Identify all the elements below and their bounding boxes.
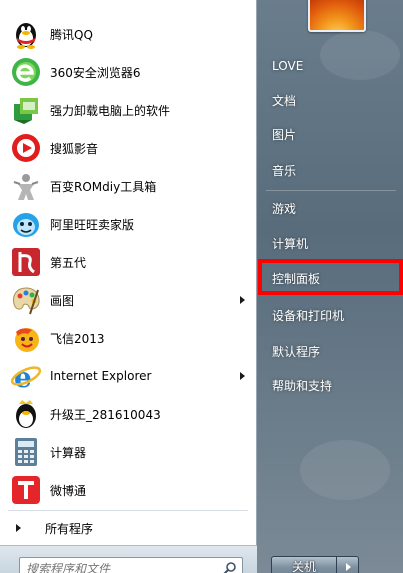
user-avatar[interactable] — [308, 0, 366, 32]
place-label: 帮助和支持 — [272, 378, 333, 393]
internet-explorer-icon: e — [10, 360, 42, 394]
search-input[interactable] — [26, 561, 216, 573]
program-label: 第五代 — [50, 255, 87, 270]
program-label: 搜狐影音 — [50, 141, 99, 156]
program-item-qq[interactable]: 腾讯QQ — [0, 15, 257, 53]
place-label: 默认程序 — [272, 344, 321, 359]
program-label: 阿里旺旺卖家版 — [50, 217, 135, 232]
places-pane: LOVE 文档 图片 音乐 游戏 计算机 控制面板 设备和打印机 默认程序 帮助… — [258, 0, 403, 573]
program-label: 画图 — [50, 293, 75, 308]
shutdown-label: 关机 — [291, 560, 316, 573]
place-label: 文档 — [272, 93, 297, 108]
place-default-programs[interactable]: 默认程序 — [258, 336, 403, 366]
programs-pane: 腾讯QQ 360安全浏览器6 强力卸载电脑上的软件 搜狐影音 百变ROMdiy工… — [0, 0, 257, 573]
pinned-program-list: 腾讯QQ 360安全浏览器6 强力卸载电脑上的软件 搜狐影音 百变ROMdiy工… — [0, 15, 257, 509]
search-icon[interactable] — [223, 561, 237, 573]
place-user-folder[interactable]: LOVE — [258, 51, 403, 81]
aliwangwang-icon — [10, 208, 42, 240]
program-item-sohu-video[interactable]: 搜狐影音 — [0, 129, 257, 167]
shutdown-options-button[interactable] — [337, 556, 359, 573]
place-documents[interactable]: 文档 — [258, 85, 403, 115]
place-label: 设备和打印机 — [272, 308, 345, 323]
program-label: 强力卸载电脑上的软件 — [50, 103, 171, 118]
triangle-right-icon — [16, 524, 21, 532]
rom-toolbox-icon — [10, 170, 42, 202]
program-label: 计算器 — [50, 445, 87, 460]
program-label: 百变ROMdiy工具箱 — [50, 179, 157, 194]
program-label: 360安全浏览器6 — [50, 65, 141, 80]
program-item-upgrade-king[interactable]: 升级王_281610043 — [0, 395, 257, 433]
place-devices-printers[interactable]: 设备和打印机 — [258, 300, 403, 330]
program-label: 腾讯QQ — [50, 27, 93, 42]
divider — [8, 510, 248, 511]
program-item-paint[interactable]: 画图 — [0, 281, 257, 319]
divider — [266, 190, 396, 191]
shutdown-button[interactable]: 关机 — [271, 556, 337, 573]
place-pictures[interactable]: 图片 — [258, 119, 403, 149]
program-item-calculator[interactable]: 计算器 — [0, 433, 257, 471]
qq-penguin-icon — [10, 18, 42, 50]
all-programs-label: 所有程序 — [45, 521, 94, 536]
search-area — [0, 545, 257, 573]
place-games[interactable]: 游戏 — [258, 193, 403, 223]
program-item-aliwangwang[interactable]: 阿里旺旺卖家版 — [0, 205, 257, 243]
place-label: 图片 — [272, 127, 297, 142]
paint-palette-icon — [10, 284, 42, 316]
uninstaller-icon — [10, 94, 42, 126]
program-item-fetion[interactable]: 飞信2013 — [0, 319, 257, 357]
program-label: Internet Explorer — [50, 369, 152, 383]
program-item-rom-toolbox[interactable]: 百变ROMdiy工具箱 — [0, 167, 257, 205]
place-label: 游戏 — [272, 201, 297, 216]
program-item-internet-explorer[interactable]: e Internet Explorer — [0, 357, 257, 395]
weibotong-icon — [10, 474, 42, 506]
all-programs-button[interactable]: 所有程序 — [0, 514, 257, 542]
search-box[interactable] — [19, 557, 243, 573]
upgrade-king-icon — [10, 398, 42, 430]
submenu-arrow-icon[interactable] — [240, 372, 245, 380]
360-browser-icon — [10, 56, 42, 88]
highlight-annotation-box — [258, 259, 403, 295]
program-item-weibotong[interactable]: 微博通 — [0, 471, 257, 509]
place-music[interactable]: 音乐 — [258, 155, 403, 185]
submenu-arrow-icon[interactable] — [240, 296, 245, 304]
place-label: LOVE — [272, 59, 304, 73]
svg-text:e: e — [14, 361, 32, 392]
program-label: 微博通 — [50, 483, 87, 498]
program-label: 升级王_281610043 — [50, 407, 161, 422]
place-label: 计算机 — [272, 236, 309, 251]
fetion-icon — [10, 322, 42, 354]
program-item-360-browser[interactable]: 360安全浏览器6 — [0, 53, 257, 91]
sohu-video-icon — [10, 132, 42, 164]
program-item-uninstaller[interactable]: 强力卸载电脑上的软件 — [0, 91, 257, 129]
diwudai-icon — [10, 246, 42, 278]
place-label: 音乐 — [272, 163, 297, 178]
calculator-icon — [10, 436, 42, 468]
place-help-support[interactable]: 帮助和支持 — [258, 370, 403, 400]
place-computer[interactable]: 计算机 — [258, 228, 403, 258]
program-label: 飞信2013 — [50, 331, 105, 346]
program-item-diwudai[interactable]: 第五代 — [0, 243, 257, 281]
